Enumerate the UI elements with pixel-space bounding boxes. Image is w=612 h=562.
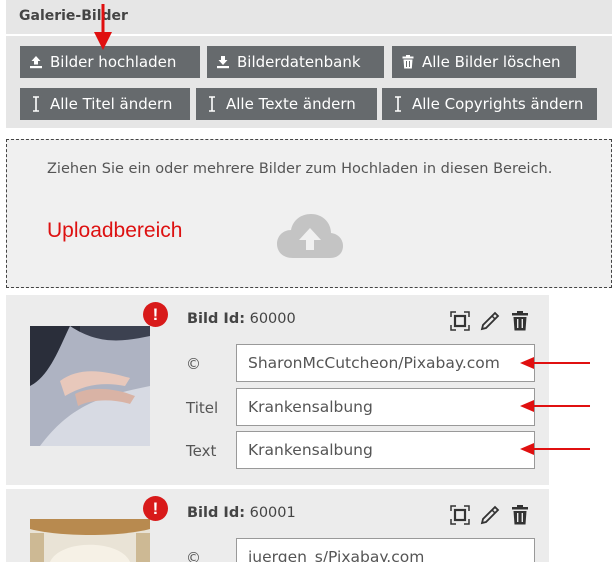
image-id-value: 60001 xyxy=(249,505,296,521)
trash-icon xyxy=(400,55,416,69)
annotation-arrow-left xyxy=(520,357,590,369)
annotation-arrow-left xyxy=(520,443,590,455)
warning-icon: ! xyxy=(143,302,168,327)
upload-area-label: Uploadbereich xyxy=(47,219,183,242)
warning-icon: ! xyxy=(143,496,168,521)
image-id-value: 60000 xyxy=(249,311,296,327)
card-actions xyxy=(449,504,531,526)
change-all-copyrights-button[interactable]: Alle Copyrights ändern xyxy=(382,88,597,120)
change-all-titles-label: Alle Titel ändern xyxy=(50,95,173,113)
crop-icon[interactable] xyxy=(449,310,471,332)
text-input[interactable]: Krankensalbung xyxy=(236,431,535,469)
image-id: Bild Id: 60000 xyxy=(187,311,296,327)
copyright-label: © xyxy=(186,355,201,373)
upload-images-label: Bilder hochladen xyxy=(50,53,177,71)
delete-icon[interactable] xyxy=(509,504,531,526)
image-thumbnail[interactable] xyxy=(30,519,150,562)
download-icon xyxy=(215,55,231,69)
annotation-arrow-left xyxy=(520,400,590,412)
dropzone-hint: Ziehen Sie ein oder mehrere Bilder zum H… xyxy=(47,161,553,177)
copyright-label: © xyxy=(186,549,201,562)
change-all-copyrights-label: Alle Copyrights ändern xyxy=(412,95,584,113)
crop-icon[interactable] xyxy=(449,504,471,526)
title-input[interactable]: Krankensalbung xyxy=(236,388,535,426)
image-database-button[interactable]: Bilderdatenbank xyxy=(207,46,384,78)
image-thumbnail[interactable] xyxy=(30,326,150,446)
delete-icon[interactable] xyxy=(509,310,531,332)
cloud-upload-icon xyxy=(277,214,343,258)
image-card: ! Bild Id: 60001 © juergen_s/Pixabay.com xyxy=(6,489,549,562)
image-id-label: Bild Id: xyxy=(187,311,245,327)
upload-icon xyxy=(28,55,44,69)
image-card: ! Bild Id: 60000 © SharonMcCutcheon/Pixa… xyxy=(6,295,549,485)
text-cursor-icon xyxy=(204,96,220,112)
title-label: Titel xyxy=(186,399,219,417)
edit-icon[interactable] xyxy=(479,504,501,526)
text-cursor-icon xyxy=(390,96,406,112)
change-all-texts-label: Alle Texte ändern xyxy=(226,95,356,113)
image-id: Bild Id: 60001 xyxy=(187,505,296,521)
upload-dropzone[interactable]: Ziehen Sie ein oder mehrere Bilder zum H… xyxy=(6,139,612,288)
image-database-label: Bilderdatenbank xyxy=(237,53,361,71)
copyright-input[interactable]: SharonMcCutcheon/Pixabay.com xyxy=(236,344,535,382)
delete-all-images-button[interactable]: Alle Bilder löschen xyxy=(392,46,576,78)
card-actions xyxy=(449,310,531,332)
text-label: Text xyxy=(186,442,217,460)
edit-icon[interactable] xyxy=(479,310,501,332)
annotation-arrow-down xyxy=(94,4,112,50)
image-id-label: Bild Id: xyxy=(187,505,245,521)
delete-all-images-label: Alle Bilder löschen xyxy=(422,53,561,71)
copyright-input[interactable]: juergen_s/Pixabay.com xyxy=(236,538,535,562)
text-cursor-icon xyxy=(28,96,44,112)
change-all-titles-button[interactable]: Alle Titel ändern xyxy=(20,88,190,120)
change-all-texts-button[interactable]: Alle Texte ändern xyxy=(196,88,377,120)
